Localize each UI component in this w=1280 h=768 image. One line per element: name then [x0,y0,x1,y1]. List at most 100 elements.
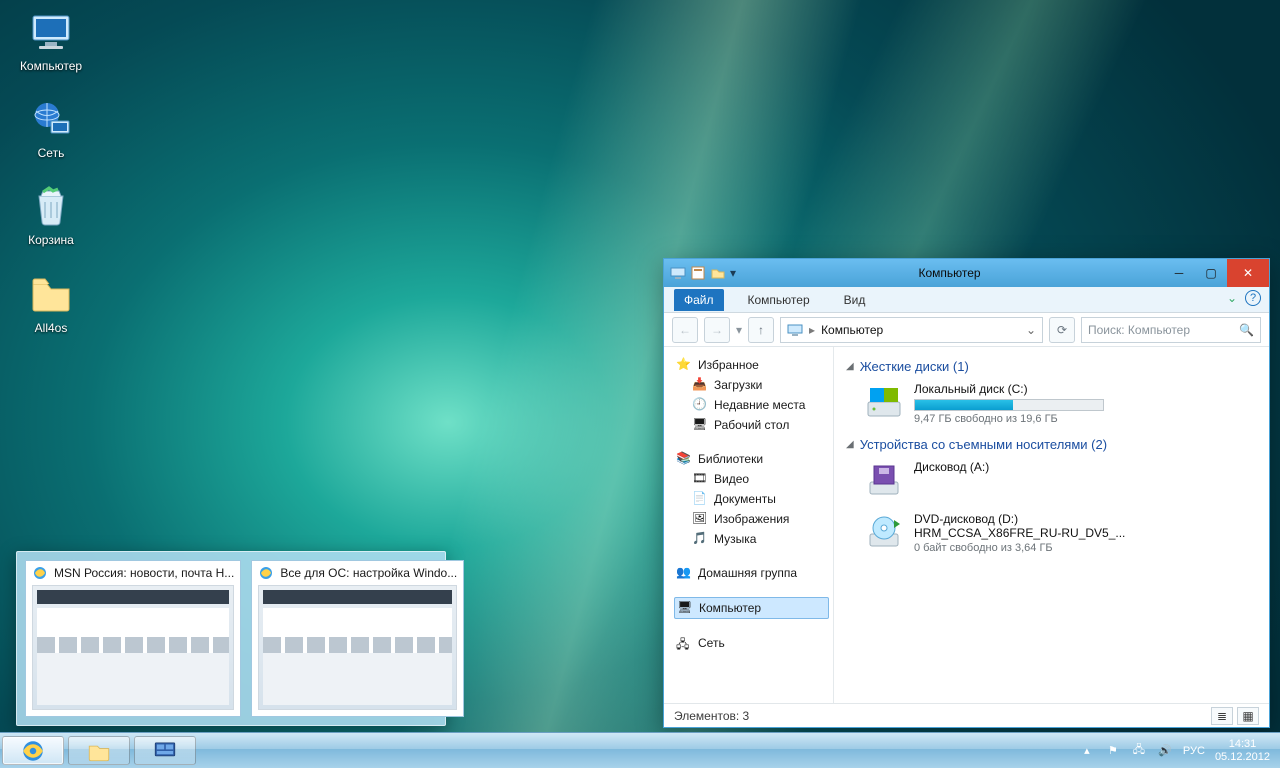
up-button[interactable]: ↑ [748,317,774,343]
computer-icon [27,8,75,56]
drive-label: HRM_CCSA_X86FRE_RU-RU_DV5_... [914,526,1125,540]
thumbnail-preview [32,585,234,710]
window-titlebar[interactable]: ▾ Компьютер ─ ▢ ✕ [664,259,1269,287]
language-indicator[interactable]: РУС [1183,745,1205,757]
folder-icon [86,738,112,764]
nav-homegroup[interactable]: 👥Домашняя группа [674,563,829,583]
content-area: ◢Жесткие диски (1) Локальный диск (C:) 9… [834,347,1269,703]
system-tray: ▴ ⚑ 🖧 🔊 РУС 14:31 05.12.2012 [1069,733,1280,768]
star-icon: ⭐ [676,357,692,373]
status-text: Элементов: 3 [674,709,749,723]
view-tiles-button[interactable]: ▦ [1237,707,1259,725]
nav-favorites[interactable]: ⭐Избранное [674,355,829,375]
drive-dvd-d[interactable]: DVD-дисковод (D:) HRM_CCSA_X86FRE_RU-RU_… [864,512,1257,554]
desktop-icon-label: Компьютер [20,60,82,73]
close-button[interactable]: ✕ [1227,259,1269,287]
status-bar: Элементов: 3 ≣ ▦ [664,703,1269,727]
taskbar-button-show-desktop[interactable] [134,736,196,765]
collapse-icon: ◢ [846,439,854,450]
explorer-window: ▾ Компьютер ─ ▢ ✕ Файл Компьютер Вид ⌄ ?… [663,258,1270,728]
maximize-button[interactable]: ▢ [1195,259,1227,287]
pictures-icon: 🖼 [692,511,708,527]
nav-item-desktop[interactable]: 🖥Рабочий стол [674,415,829,435]
volume-icon[interactable]: 🔊 [1157,743,1173,759]
clock-date: 05.12.2012 [1215,751,1270,764]
properties-icon[interactable] [690,265,706,281]
back-button[interactable]: ← [672,317,698,343]
ribbon-tab-view[interactable]: Вид [834,289,876,311]
address-bar[interactable]: ▸ Компьютер ⌄ [780,317,1043,343]
nav-item-downloads[interactable]: 📥Загрузки [674,375,829,395]
search-input[interactable]: Поиск: Компьютер 🔍 [1081,317,1261,343]
desktop-icon-network[interactable]: Сеть [8,95,94,160]
desktop-icon-label: Сеть [38,147,65,160]
thumbnail-card[interactable]: MSN Россия: новости, почта H... [25,560,241,717]
drive-name: Локальный диск (C:) [914,382,1104,396]
category-removable[interactable]: ◢Устройства со съемными носителями (2) [846,437,1257,452]
window-title: Компьютер [736,266,1163,280]
capacity-bar [914,399,1104,411]
drive-floppy-a[interactable]: Дисковод (A:) [864,460,1257,500]
new-folder-icon[interactable] [710,265,726,281]
nav-item-pictures[interactable]: 🖼Изображения [674,509,829,529]
nav-libraries[interactable]: 📚Библиотеки [674,449,829,469]
nav-network[interactable]: 🖧Сеть [674,633,829,653]
navigation-pane: ⭐Избранное 📥Загрузки 🕘Недавние места 🖥Ра… [664,347,834,703]
category-hard-drives[interactable]: ◢Жесткие диски (1) [846,359,1257,374]
desktop-icon-computer[interactable]: Компьютер [8,8,94,73]
thumbnail-card[interactable]: Все для ОС: настройка Windo... [251,560,464,717]
clock[interactable]: 14:31 05.12.2012 [1215,738,1270,763]
drive-name: DVD-дисковод (D:) [914,512,1125,526]
forward-button[interactable]: → [704,317,730,343]
ie-icon [32,565,48,581]
minimize-button[interactable]: ─ [1163,259,1195,287]
document-icon: 📄 [692,491,708,507]
nav-item-documents[interactable]: 📄Документы [674,489,829,509]
nav-item-video[interactable]: 🎞Видео [674,469,829,489]
taskbar-button-ie[interactable] [2,736,64,765]
taskbar-thumbnail-popup: MSN Россия: новости, почта H... Все для … [16,551,446,726]
desktop-icons: Компьютер Сеть Корзина All4os [8,8,94,335]
music-icon: 🎵 [692,531,708,547]
ribbon-tab-file[interactable]: Файл [674,289,724,311]
drive-local-c[interactable]: Локальный диск (C:) 9,47 ГБ свободно из … [864,382,1257,425]
breadcrumb-sep-icon[interactable]: ▸ [809,323,815,337]
downloads-icon: 📥 [692,377,708,393]
taskbar: ▴ ⚑ 🖧 🔊 РУС 14:31 05.12.2012 [0,732,1280,768]
search-placeholder: Поиск: Компьютер [1088,323,1190,337]
tray-overflow-icon[interactable]: ▴ [1079,743,1095,759]
ribbon-expand-icon[interactable]: ⌄ [1227,291,1237,305]
desktop-icon-recycle-bin[interactable]: Корзина [8,182,94,247]
floppy-icon [864,460,904,500]
nav-item-recent[interactable]: 🕘Недавние места [674,395,829,415]
desktop-icon-label: Корзина [28,234,74,247]
desktop-icon: 🖥 [692,417,708,433]
hdd-icon [864,382,904,422]
action-center-icon[interactable]: ⚑ [1105,743,1121,759]
drive-freespace: 9,47 ГБ свободно из 19,6 ГБ [914,413,1104,425]
ribbon-tabs: Файл Компьютер Вид ⌄ ? [664,287,1269,313]
network-tray-icon[interactable]: 🖧 [1131,743,1147,759]
computer-icon: 🖥 [677,600,693,616]
desktop-icon-folder[interactable]: All4os [8,270,94,335]
ie-icon [20,738,46,764]
nav-item-music[interactable]: 🎵Музыка [674,529,829,549]
breadcrumb-item[interactable]: Компьютер [821,323,883,337]
network-icon [27,95,75,143]
address-dropdown-icon[interactable]: ⌄ [1026,323,1036,337]
view-details-button[interactable]: ≣ [1211,707,1233,725]
quick-access-toolbar: ▾ [670,265,736,281]
libraries-icon: 📚 [676,451,692,467]
desktop-preview-icon [152,738,178,764]
nav-computer[interactable]: 🖥Компьютер [674,597,829,619]
taskbar-button-explorer[interactable] [68,736,130,765]
help-icon[interactable]: ? [1245,290,1261,306]
homegroup-icon: 👥 [676,565,692,581]
computer-icon [670,265,686,281]
clock-time: 14:31 [1215,738,1270,751]
ie-icon [258,565,274,581]
drive-name: Дисковод (A:) [914,460,989,474]
ribbon-tab-computer[interactable]: Компьютер [738,289,820,311]
refresh-button[interactable]: ⟳ [1049,317,1075,343]
recent-dropdown-icon[interactable]: ▾ [736,323,742,337]
